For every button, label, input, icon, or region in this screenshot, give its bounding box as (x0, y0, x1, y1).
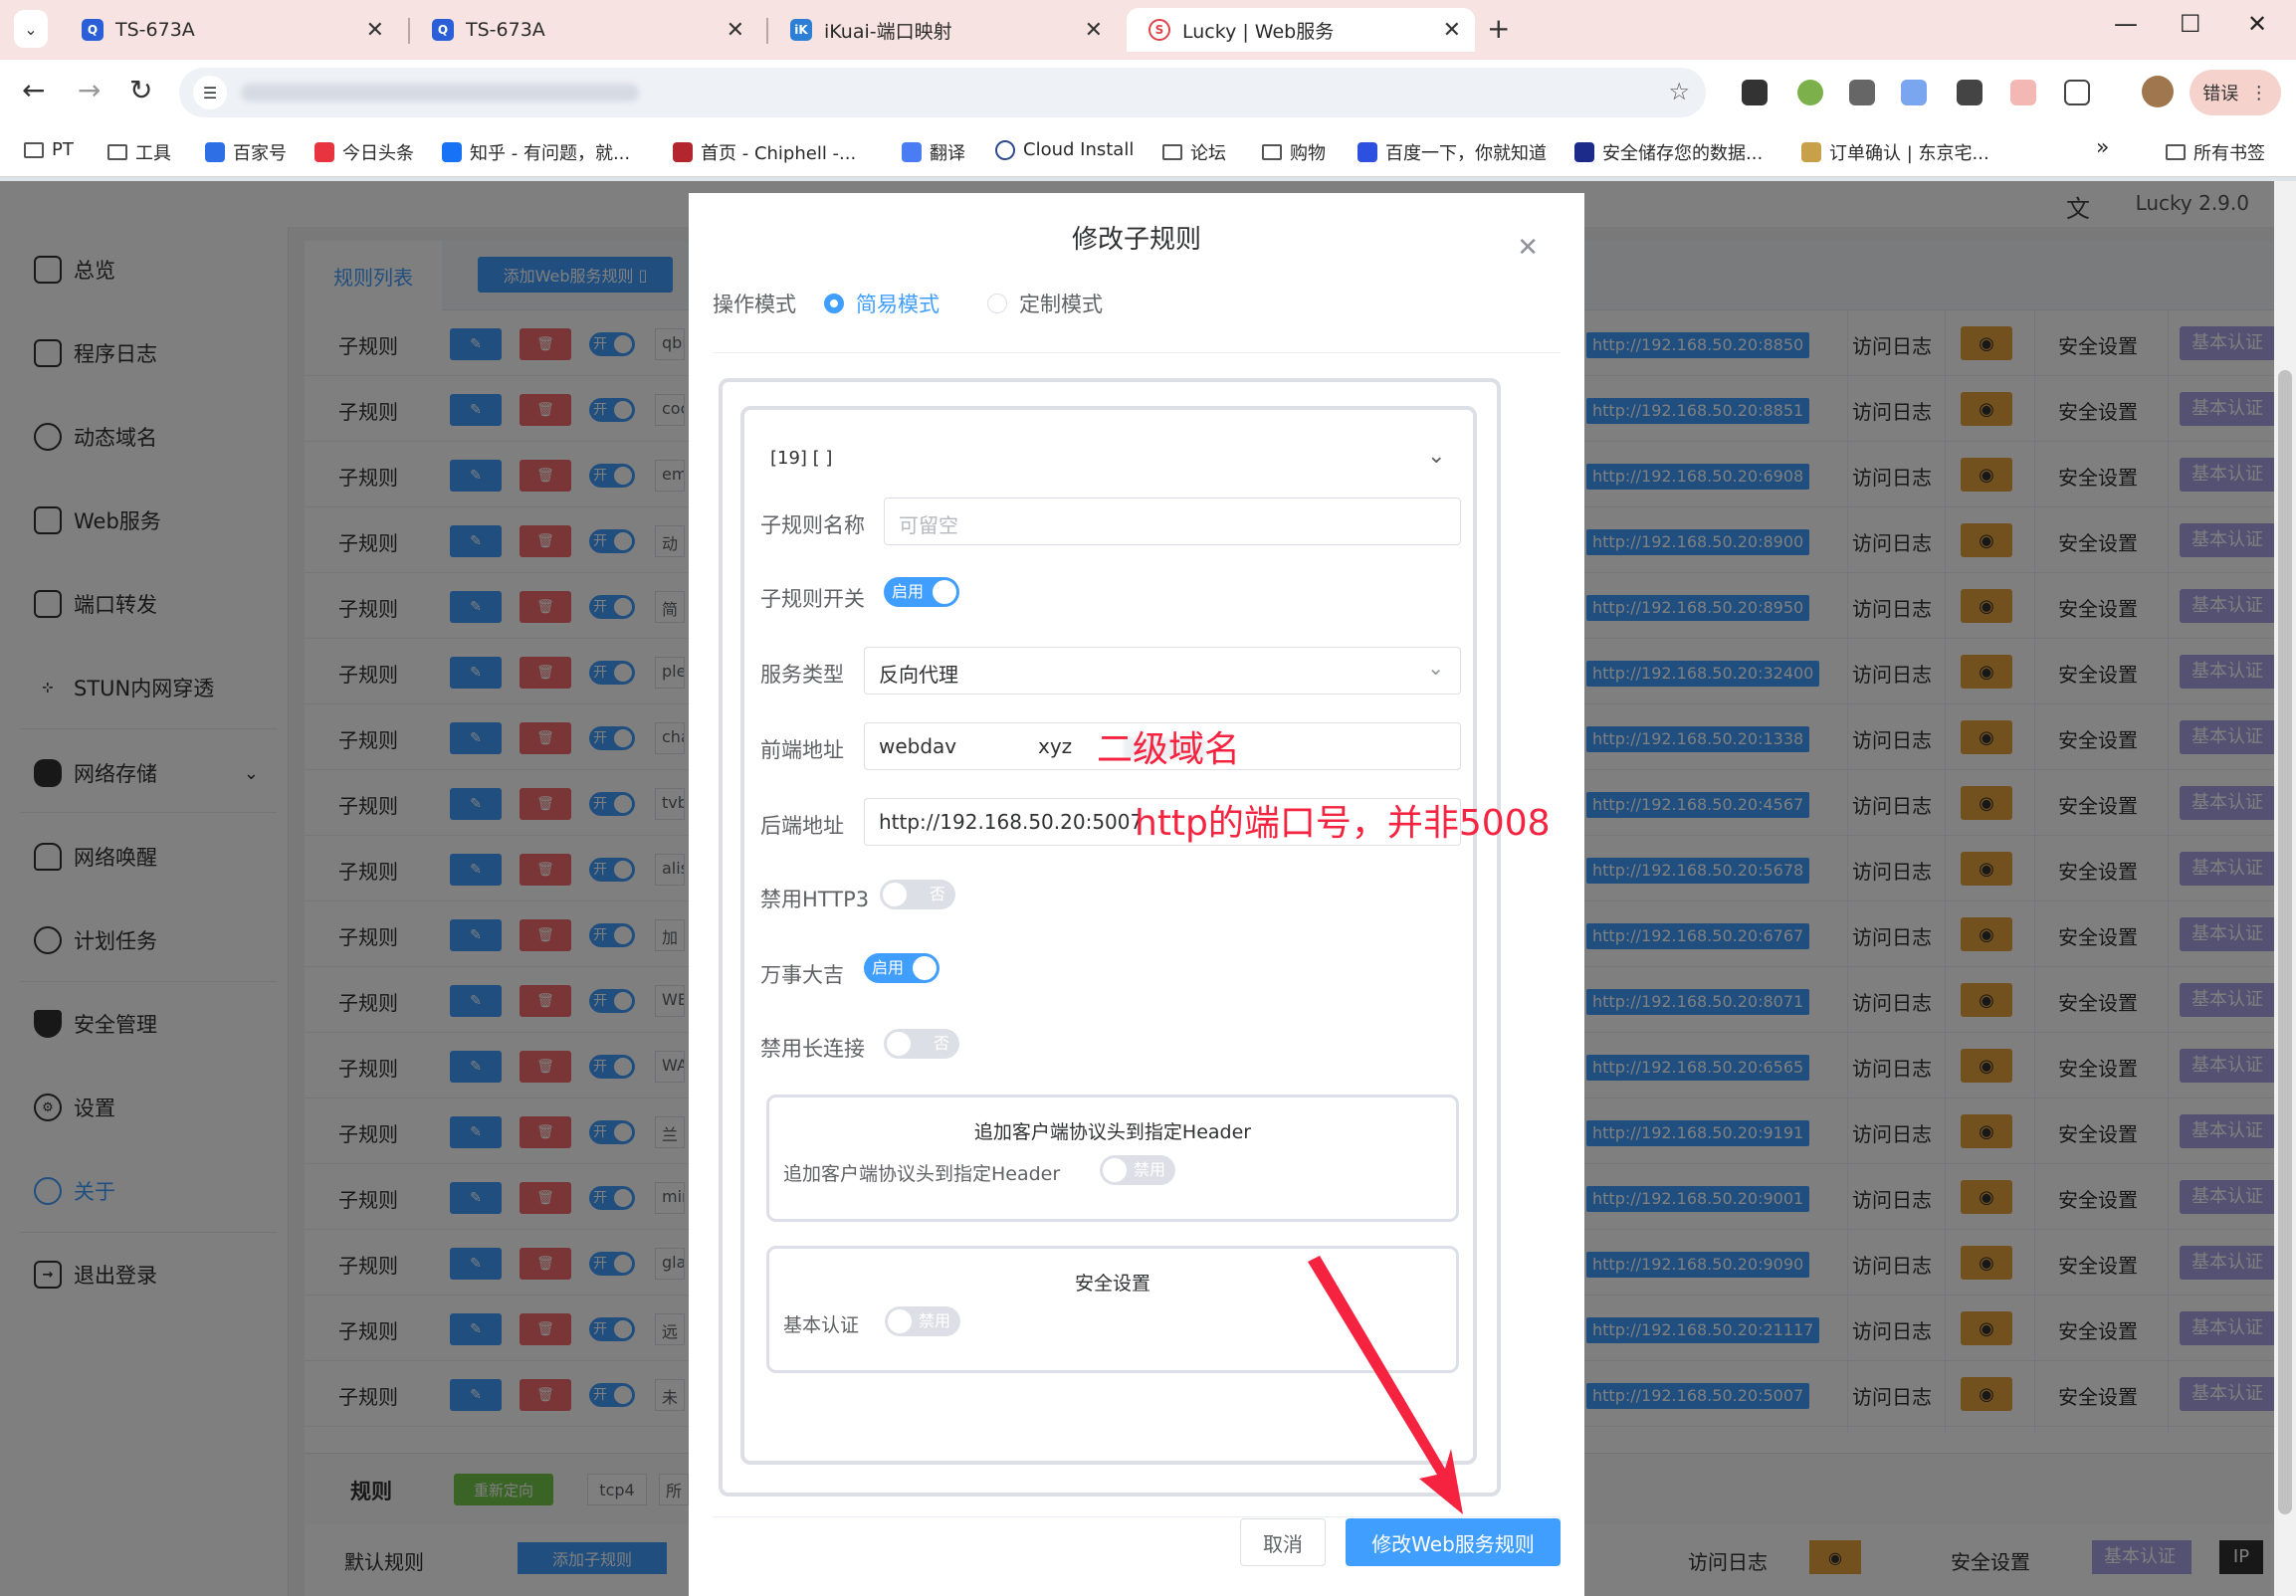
bookmark-link[interactable]: 今日头条 (314, 139, 414, 165)
browser-toolbar: ← → ↻ ☰ ☆ 错误 ⋮ (0, 60, 2296, 125)
bookmark-link[interactable]: 百度一下，你就知道 (1357, 139, 1547, 165)
chevron-down-icon: ⌄ (1427, 656, 1444, 680)
chevron-down-icon: ⌄ (24, 19, 38, 39)
shop-icon (1801, 142, 1821, 162)
tab-search-button[interactable]: ⌄ (14, 10, 48, 48)
extension-icon[interactable] (1742, 80, 1768, 105)
baidu-icon (1357, 142, 1377, 162)
address-bar[interactable]: ☰ ☆ (179, 68, 1706, 117)
dialog-title: 修改子规则 (1071, 225, 1201, 255)
bookmark-folder[interactable]: PT (24, 139, 74, 160)
bookmark-link[interactable]: 首页 - Chiphell -... (673, 139, 856, 165)
extension-icon[interactable] (1957, 80, 1983, 105)
security-settings-box: 安全设置 基本认证 禁用 (766, 1246, 1459, 1373)
close-icon[interactable]: ✕ (1517, 233, 1539, 263)
cancel-button[interactable]: 取消 (1240, 1518, 1326, 1566)
folder-icon (1262, 144, 1282, 160)
browser-tab[interactable]: iK iKuai-端口映射 ✕ (768, 8, 1117, 52)
close-window-icon[interactable]: ✕ (2247, 10, 2267, 38)
avatar[interactable] (2142, 76, 2174, 107)
bookmarks-bar: PT 工具 百家号 今日头条 知乎 - 有问题，就... 首页 - Chiphe… (0, 125, 2296, 177)
more-bookmarks-icon[interactable]: » (2096, 135, 2109, 160)
browser-chrome: ⌄ Q TS-673A ✕ Q TS-673A ✕ iK iKuai-端口映射 … (0, 0, 2296, 181)
chevron-down-icon[interactable]: ⌄ (1427, 444, 1445, 469)
annotation-port: http的端口号，并非5008 (1135, 803, 1551, 844)
folder-icon (107, 144, 127, 160)
folder-icon (1162, 144, 1182, 160)
basic-auth-toggle[interactable]: 禁用 (885, 1306, 960, 1336)
disable-http3-toggle[interactable]: 否 (880, 880, 955, 909)
extension-icon[interactable] (1849, 80, 1875, 105)
folder-icon (2166, 144, 2186, 160)
bookmark-link[interactable]: Cloud Install (995, 139, 1134, 160)
radio-custom-mode[interactable] (987, 294, 1007, 313)
tab-strip: ⌄ Q TS-673A ✕ Q TS-673A ✕ iK iKuai-端口映射 … (0, 0, 2296, 60)
bookmark-folder[interactable]: 购物 (1262, 139, 1326, 165)
edit-subrule-dialog: 修改子规则 ✕ 操作模式 简易模式 定制模式 [19] [ ] ⌄ 子规则名称 … (689, 193, 1584, 1596)
disable-keepalive-toggle[interactable]: 否 (884, 1029, 959, 1059)
error-badge-button[interactable]: 错误 ⋮ (2190, 70, 2281, 115)
qnap-favicon-icon: Q (82, 19, 104, 41)
bookmark-link[interactable]: 翻译 (902, 139, 965, 165)
bookmark-link[interactable]: 百家号 (205, 139, 287, 165)
op-mode-row: 操作模式 简易模式 定制模式 (713, 293, 1103, 316)
site-info-icon[interactable]: ☰ (193, 76, 227, 109)
collapse-title[interactable]: [19] [ ] (770, 448, 832, 469)
radio-simple-mode[interactable] (824, 294, 844, 313)
page-scrollbar[interactable] (2274, 181, 2296, 1596)
browser-tab[interactable]: Q TS-673A ✕ (60, 8, 398, 52)
extension-icon[interactable] (2010, 80, 2036, 105)
reload-icon[interactable]: ↻ (129, 74, 152, 106)
maximize-icon[interactable]: ☐ (2180, 10, 2201, 38)
annotation-subdomain: 二级域名 (1097, 729, 1241, 770)
bookmark-link[interactable]: 知乎 - 有问题，就... (442, 139, 630, 165)
folder-icon (24, 141, 44, 158)
bookmark-link[interactable]: 安全储存您的数据... (1574, 139, 1763, 165)
translate-icon (902, 142, 922, 162)
storage-icon (1574, 142, 1594, 162)
close-tab-icon[interactable]: ✕ (727, 18, 744, 43)
ikuai-favicon-icon: iK (790, 19, 812, 41)
extension-icon[interactable] (1797, 80, 1823, 105)
lucky-favicon-icon: S (1148, 19, 1170, 41)
browser-tab[interactable]: Q TS-673A ✕ (410, 8, 758, 52)
all-bookmarks-folder[interactable]: 所有书签 (2166, 139, 2265, 165)
cloud-icon (995, 139, 1015, 160)
submit-web-rule-button[interactable]: 修改Web服务规则 (1346, 1518, 1561, 1566)
forward-icon[interactable]: → (78, 74, 101, 106)
zhihu-icon (442, 142, 462, 162)
close-tab-icon[interactable]: ✕ (1443, 18, 1461, 43)
close-tab-icon[interactable]: ✕ (1085, 18, 1103, 43)
baijiahao-icon (205, 142, 225, 162)
subrule-name-input[interactable]: 可留空 (884, 498, 1461, 545)
chiphell-icon (673, 142, 693, 162)
extension-icon[interactable] (1901, 80, 1927, 105)
blurred-url (241, 84, 639, 101)
wanshidaji-toggle[interactable]: 启用 (864, 953, 939, 983)
back-icon[interactable]: ← (22, 74, 45, 106)
bookmark-star-icon[interactable]: ☆ (1668, 78, 1690, 105)
bookmark-link[interactable]: 订单确认 | 东京宅... (1801, 139, 1989, 165)
scrollbar-thumb[interactable] (2278, 370, 2292, 1514)
browser-tab-active[interactable]: S Lucky | Web服务 ✕ (1127, 8, 1475, 52)
minimize-icon[interactable]: — (2114, 10, 2138, 38)
qnap-favicon-icon: Q (432, 19, 454, 41)
new-tab-button[interactable]: + (1487, 12, 1510, 45)
service-type-select[interactable]: 反向代理 ⌄ (864, 647, 1461, 695)
header-settings-box: 追加客户端协议头到指定Header 追加客户端协议头到指定Header 禁用 (766, 1095, 1459, 1222)
extensions-puzzle-icon[interactable] (2064, 80, 2090, 105)
bookmark-folder[interactable]: 论坛 (1162, 139, 1226, 165)
bookmark-folder[interactable]: 工具 (107, 139, 171, 165)
toutiao-icon (314, 142, 334, 162)
close-tab-icon[interactable]: ✕ (366, 18, 384, 43)
append-header-toggle[interactable]: 禁用 (1100, 1155, 1175, 1185)
subrule-switch-toggle[interactable]: 启用 (884, 577, 959, 607)
